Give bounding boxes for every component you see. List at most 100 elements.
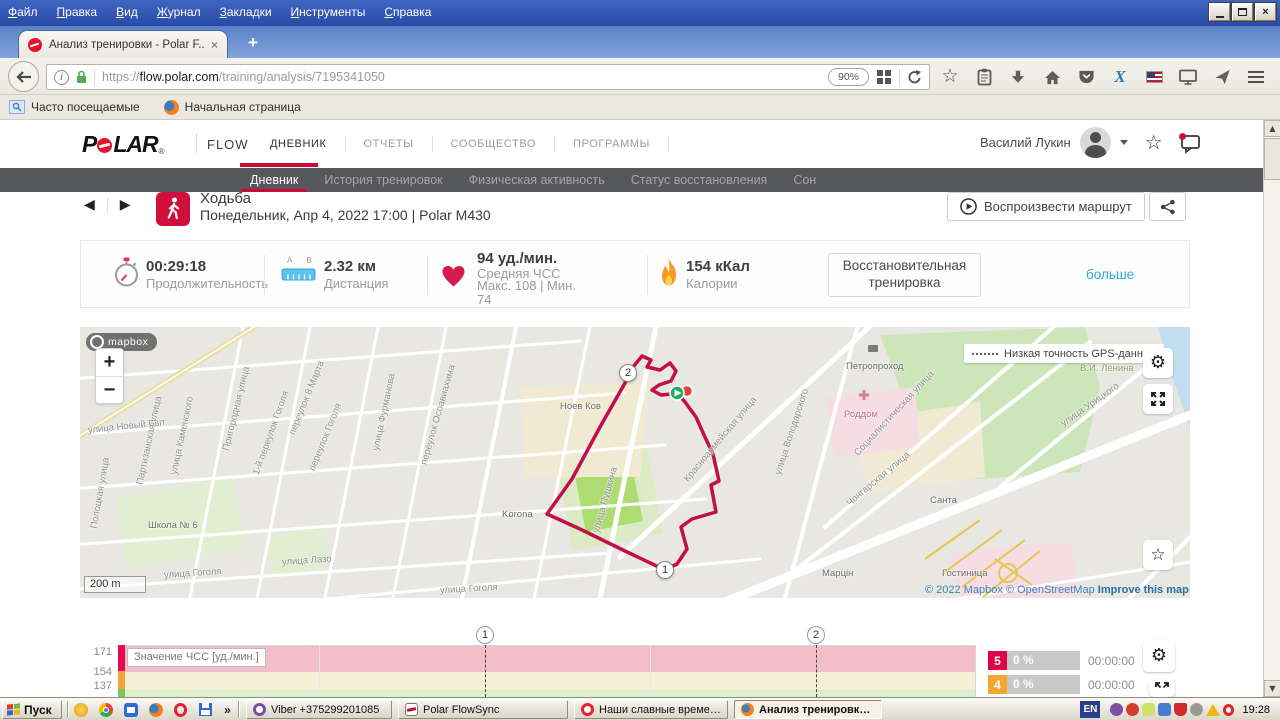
menu-hamburger-icon[interactable]	[1246, 66, 1266, 88]
scroll-up-button[interactable]: ▲	[1264, 120, 1280, 137]
task-opera-window[interactable]: Наши славные времена...	[574, 700, 728, 719]
menu-edit[interactable]: Правка	[57, 5, 98, 19]
page-scrollbar[interactable]: ▲ ▼	[1263, 120, 1280, 697]
attribution-text[interactable]: © 2022 Mapbox © OpenStreetMap	[925, 584, 1095, 596]
polar-logo[interactable]: PLAR®	[82, 131, 164, 158]
restore-icon	[1238, 8, 1247, 16]
chart-expand-button[interactable]	[1149, 679, 1175, 697]
task-viber[interactable]: Viber +375299201085	[246, 700, 392, 719]
map-attribution: © 2022 Mapbox © OpenStreetMap Improve th…	[925, 584, 1189, 596]
zoom-out-button[interactable]: −	[96, 376, 123, 403]
share-button[interactable]	[1149, 192, 1186, 221]
firefox-icon[interactable]	[147, 701, 164, 718]
plugins-icon[interactable]	[1158, 703, 1171, 716]
subnav-activity[interactable]: Физическая активность	[456, 168, 618, 192]
nav-community[interactable]: СООБЩЕСТВО	[433, 136, 556, 152]
nav-reports[interactable]: ОТЧЕТЫ	[346, 136, 433, 152]
bookmark-most-visited[interactable]: Часто посещаемые	[9, 100, 140, 114]
prev-session-button[interactable]: ◀	[84, 196, 95, 213]
viber-icon	[253, 703, 266, 716]
language-flag-icon[interactable]	[1144, 66, 1164, 88]
divider	[427, 255, 428, 295]
restore-button[interactable]	[1232, 3, 1253, 21]
quick-launch-overflow[interactable]: »	[219, 701, 236, 718]
nav-programs[interactable]: ПРОГРАММЫ	[555, 136, 669, 152]
next-session-button[interactable]: ▶	[120, 196, 131, 213]
save-icon[interactable]	[197, 701, 214, 718]
home-icon[interactable]	[1042, 66, 1062, 88]
user-name[interactable]: Василий Лукин	[980, 135, 1071, 150]
start-button[interactable]: Пуск	[2, 700, 62, 719]
nav-diary[interactable]: ДНЕВНИК	[252, 136, 346, 152]
zoom-in-button[interactable]: +	[96, 349, 123, 376]
bookmark-home-page[interactable]: Начальная страница	[164, 100, 301, 115]
scroll-down-button[interactable]: ▼	[1264, 680, 1280, 697]
opera-icon[interactable]	[1223, 704, 1234, 716]
lap2-marker[interactable]: 2	[807, 626, 825, 644]
zone4-badge: 4	[988, 675, 1007, 694]
agent-icon[interactable]	[1126, 703, 1139, 716]
downloads-icon[interactable]	[1008, 66, 1028, 88]
map-settings-button[interactable]: ⚙	[1143, 348, 1173, 378]
bookmark-star-icon[interactable]: ☆	[940, 66, 960, 88]
lap1-marker[interactable]: 1	[476, 626, 494, 644]
close-button[interactable]: ×	[1255, 3, 1276, 21]
address-bar[interactable]: i https://flow.polar.com/training/analys…	[46, 64, 930, 90]
menu-view[interactable]: Вид	[116, 5, 138, 19]
status-icon[interactable]	[1190, 703, 1203, 716]
menu-file[interactable]: Файл	[8, 5, 38, 19]
map-street-label: Ноев Ков	[560, 401, 601, 412]
viber-icon[interactable]	[1110, 703, 1123, 716]
favorites-star-icon[interactable]: ☆	[1145, 130, 1163, 155]
screenshot-monitor-icon[interactable]	[1178, 66, 1198, 88]
opera-icon[interactable]	[172, 701, 189, 718]
app-icon[interactable]	[72, 701, 89, 718]
task-flowsync[interactable]: Polar FlowSync	[398, 700, 568, 719]
alert-icon[interactable]	[1206, 704, 1220, 716]
menu-history[interactable]: Журнал	[157, 5, 201, 19]
avatar[interactable]	[1080, 127, 1111, 158]
distance-label: Дистанция	[324, 276, 389, 291]
page-zoom-badge[interactable]: 90%	[828, 68, 869, 86]
subnav-diary[interactable]: Дневник	[237, 168, 311, 192]
bookmark-label: Часто посещаемые	[31, 100, 140, 114]
subnav-sleep[interactable]: Сон	[780, 168, 829, 192]
new-tab-button[interactable]: +	[241, 33, 265, 53]
route-map[interactable]: улица Новый БытПолоцкая улицаПартизанска…	[80, 327, 1190, 598]
chrome-icon[interactable]	[97, 701, 114, 718]
notifications-chat-icon[interactable]	[1178, 132, 1202, 154]
shield-icon[interactable]	[1174, 703, 1187, 716]
pocket-icon[interactable]	[1076, 66, 1096, 88]
scrollbar-thumb[interactable]	[1264, 138, 1280, 180]
back-button[interactable]	[8, 61, 39, 92]
subnav-training-history[interactable]: История тренировок	[311, 168, 455, 192]
more-link[interactable]: больше	[1086, 267, 1134, 282]
xmarks-icon[interactable]: X	[1110, 66, 1130, 88]
map-fullscreen-button[interactable]	[1143, 384, 1173, 414]
divider	[647, 255, 648, 295]
map-favorite-button[interactable]: ☆	[1143, 540, 1173, 570]
improve-map-link[interactable]: Improve this map	[1098, 584, 1189, 596]
tab-close-button[interactable]: ×	[211, 38, 218, 52]
minimize-button[interactable]	[1209, 3, 1230, 21]
task-firefox-active[interactable]: Анализ тренировки - ...	[734, 700, 882, 719]
menu-help[interactable]: Справка	[384, 5, 431, 19]
tv-app-icon[interactable]	[122, 701, 139, 718]
menu-bookmarks[interactable]: Закладки	[220, 5, 272, 19]
map-scale: 200 m	[84, 576, 146, 593]
send-tab-icon[interactable]	[1212, 66, 1232, 88]
play-route-button[interactable]: Воспроизвести маршрут	[947, 192, 1145, 221]
site-info-icon[interactable]: i	[54, 70, 69, 85]
subnav-recovery-status[interactable]: Статус восстановления	[618, 168, 781, 192]
language-indicator[interactable]: EN	[1080, 701, 1100, 718]
session-nav-arrows: ◀ ▶	[84, 196, 131, 213]
share-icon	[1160, 199, 1176, 215]
notes-icon[interactable]	[1142, 702, 1156, 716]
browser-tab[interactable]: Анализ тренировки - Polar F... ×	[18, 30, 228, 58]
grid-icon[interactable]	[876, 69, 892, 85]
chart-settings-button[interactable]: ⚙	[1143, 640, 1175, 672]
chevron-down-icon[interactable]	[1120, 140, 1128, 145]
menu-tools[interactable]: Инструменты	[291, 5, 366, 19]
clipboard-icon[interactable]	[974, 66, 994, 88]
reload-icon[interactable]	[907, 69, 922, 85]
